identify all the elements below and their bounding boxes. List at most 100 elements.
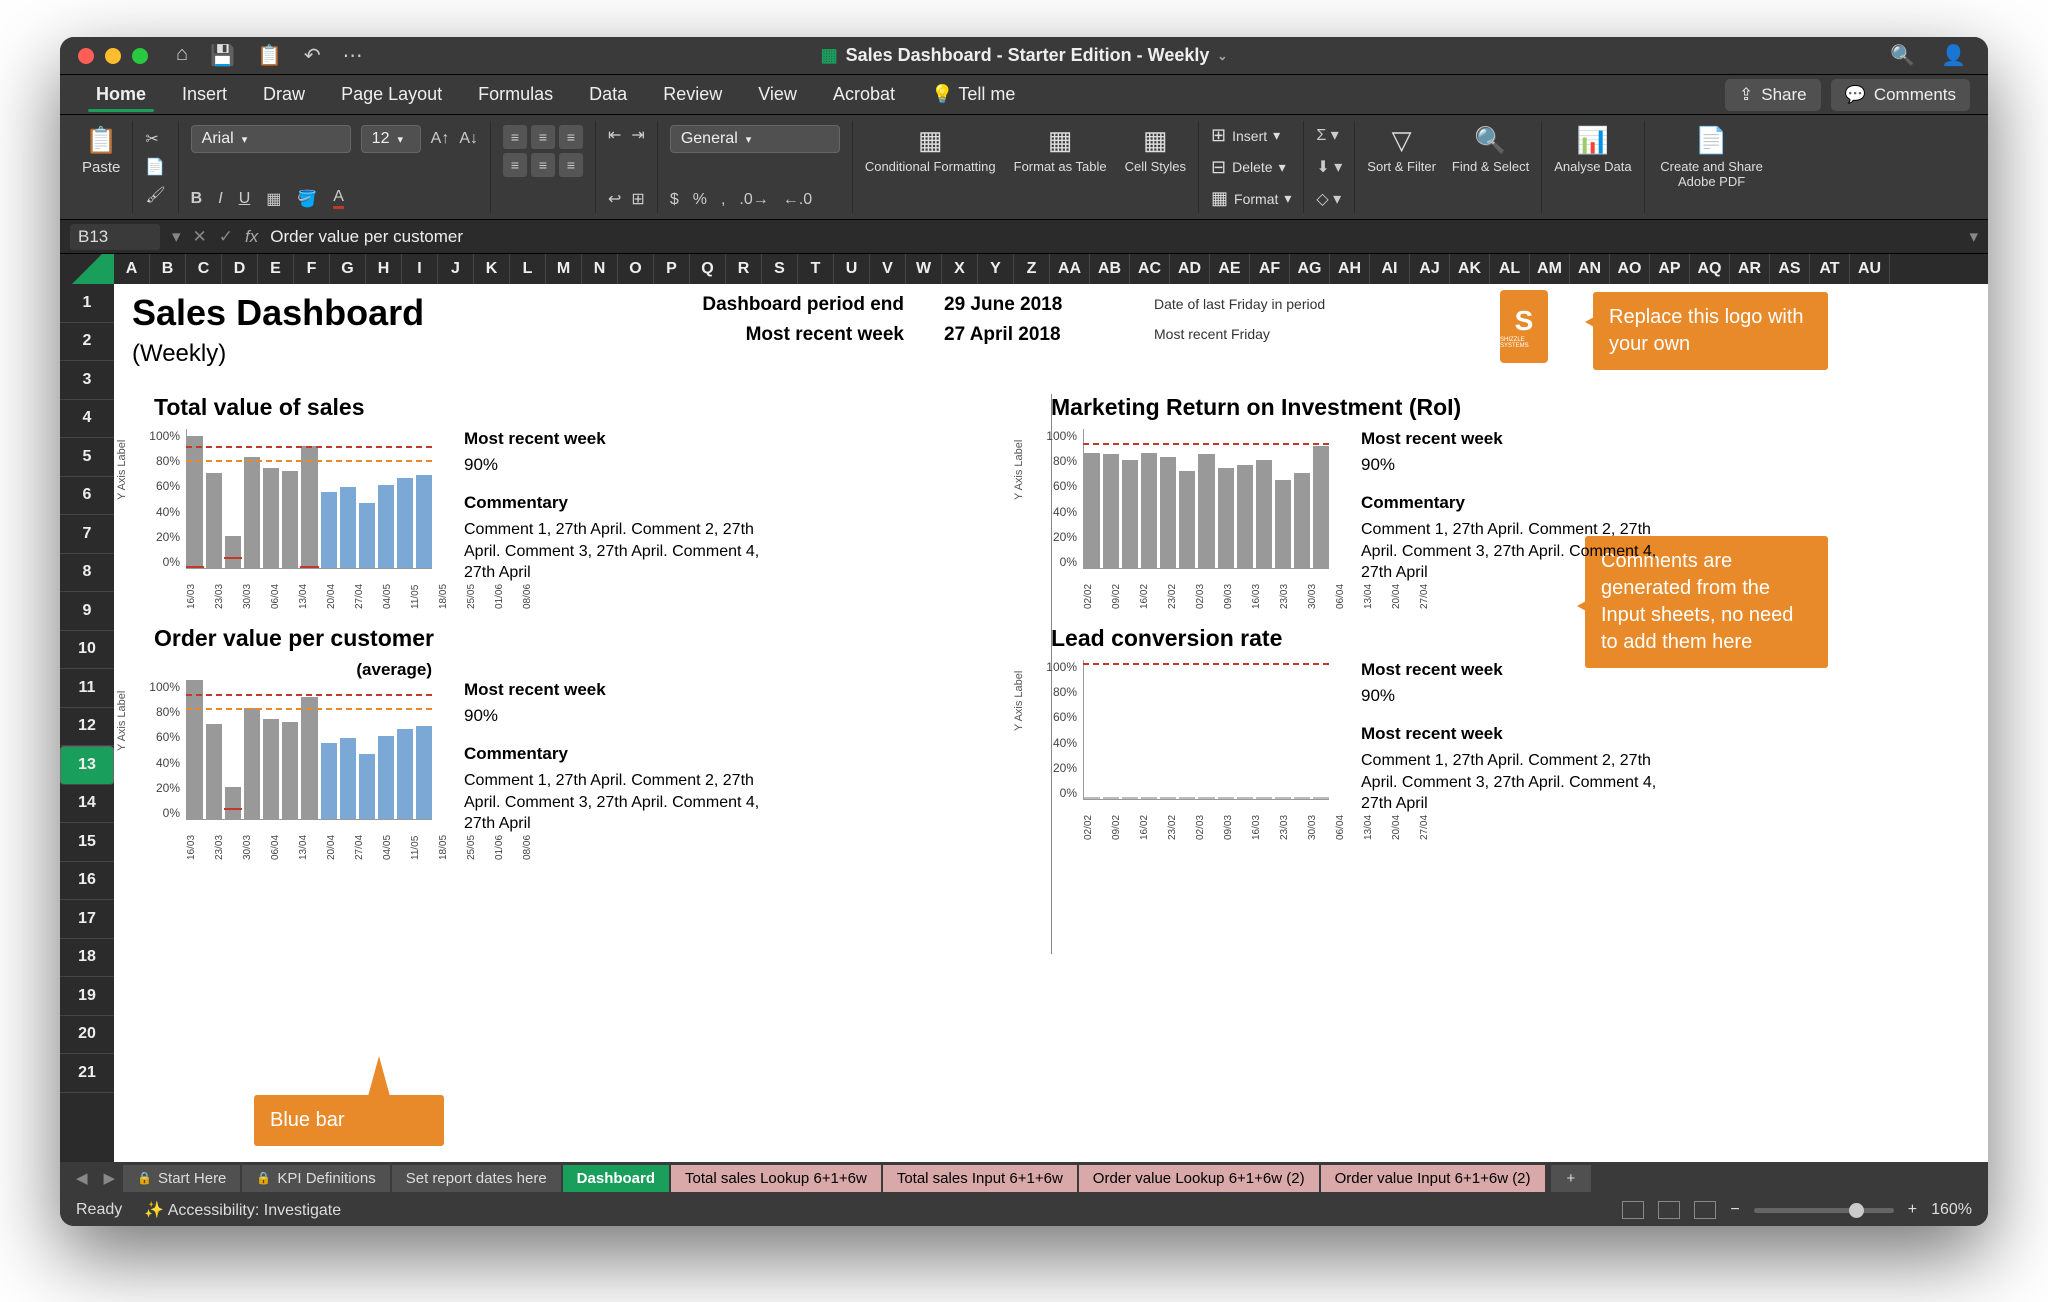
fill-color-button[interactable]: 🪣: [297, 189, 317, 209]
user-icon[interactable]: 👤: [1941, 43, 1966, 68]
tab-draw[interactable]: Draw: [245, 75, 323, 115]
cell-styles-button[interactable]: ▦Cell Styles: [1125, 125, 1186, 174]
caret-icon[interactable]: ▾: [172, 227, 181, 247]
fill-icon[interactable]: ⬇ ▾: [1316, 157, 1342, 177]
italic-button[interactable]: I: [218, 190, 222, 208]
column-header[interactable]: D: [222, 254, 258, 284]
indent-inc-icon[interactable]: ⇥: [631, 125, 644, 145]
zoom-out-button[interactable]: −: [1730, 1201, 1739, 1219]
column-header[interactable]: V: [870, 254, 906, 284]
paste-button[interactable]: 📋Paste: [82, 125, 120, 176]
column-header[interactable]: AH: [1330, 254, 1370, 284]
row-header[interactable]: 6: [60, 477, 114, 516]
column-header[interactable]: O: [618, 254, 654, 284]
undo-icon[interactable]: ↶: [304, 43, 321, 68]
column-header[interactable]: AD: [1170, 254, 1210, 284]
sheet-tab[interactable]: Start Here: [123, 1165, 240, 1192]
zoom-in-button[interactable]: +: [1908, 1201, 1917, 1219]
column-header[interactable]: M: [546, 254, 582, 284]
row-header[interactable]: 13: [60, 746, 114, 785]
chevron-down-icon[interactable]: ⌄: [1217, 49, 1227, 63]
column-header[interactable]: A: [114, 254, 150, 284]
column-header[interactable]: AJ: [1410, 254, 1450, 284]
row-header[interactable]: 21: [60, 1054, 114, 1093]
column-header[interactable]: AG: [1290, 254, 1330, 284]
column-header[interactable]: AU: [1850, 254, 1890, 284]
delete-cells-button[interactable]: ⊟Delete ▾: [1211, 157, 1291, 178]
row-header[interactable]: 20: [60, 1016, 114, 1055]
border-button[interactable]: ▦: [266, 189, 281, 209]
name-box[interactable]: B13: [70, 224, 160, 250]
select-all-corner[interactable]: [60, 254, 114, 284]
conditional-formatting-button[interactable]: ▦Conditional Formatting: [865, 125, 996, 174]
shrink-font-icon[interactable]: A↓: [459, 130, 478, 148]
autosum-icon[interactable]: Σ ▾: [1316, 125, 1342, 145]
row-header[interactable]: 12: [60, 708, 114, 747]
column-header[interactable]: U: [834, 254, 870, 284]
page-break-view-icon[interactable]: [1694, 1201, 1716, 1219]
row-header[interactable]: 10: [60, 631, 114, 670]
formula-input[interactable]: [270, 227, 1957, 247]
currency-icon[interactable]: $: [670, 191, 679, 209]
find-select-button[interactable]: 🔍Find & Select: [1452, 125, 1529, 174]
row-header[interactable]: 17: [60, 900, 114, 939]
column-header[interactable]: J: [438, 254, 474, 284]
column-header[interactable]: Q: [690, 254, 726, 284]
column-header[interactable]: AS: [1770, 254, 1810, 284]
font-name-select[interactable]: Arial▾: [191, 125, 351, 153]
alignment-group[interactable]: ≡≡≡≡≡≡: [503, 125, 583, 177]
tab-acrobat[interactable]: Acrobat: [815, 75, 913, 115]
column-header[interactable]: AF: [1250, 254, 1290, 284]
column-header[interactable]: H: [366, 254, 402, 284]
number-format-select[interactable]: General▾: [670, 125, 840, 153]
row-header[interactable]: 8: [60, 554, 114, 593]
column-header[interactable]: AA: [1050, 254, 1090, 284]
zoom-slider[interactable]: [1754, 1208, 1894, 1213]
save-icon[interactable]: 💾: [210, 43, 235, 68]
sheet-tab[interactable]: Dashboard: [563, 1165, 669, 1192]
row-header[interactable]: 15: [60, 823, 114, 862]
column-header[interactable]: AC: [1130, 254, 1170, 284]
close-window[interactable]: [78, 48, 94, 64]
format-cells-button[interactable]: ▦Format ▾: [1211, 188, 1291, 209]
column-header[interactable]: B: [150, 254, 186, 284]
column-header[interactable]: K: [474, 254, 510, 284]
column-header[interactable]: F: [294, 254, 330, 284]
tab-view[interactable]: View: [740, 75, 815, 115]
column-header[interactable]: C: [186, 254, 222, 284]
column-header[interactable]: G: [330, 254, 366, 284]
maximize-window[interactable]: [132, 48, 148, 64]
worksheet[interactable]: Sales Dashboard (Weekly) Dashboard perio…: [114, 284, 1988, 1162]
sheet-tab[interactable]: Set report dates here: [392, 1165, 561, 1192]
column-header[interactable]: P: [654, 254, 690, 284]
tab-data[interactable]: Data: [571, 75, 645, 115]
tab-home[interactable]: Home: [78, 75, 164, 115]
column-header[interactable]: AK: [1450, 254, 1490, 284]
dec-decimal-icon[interactable]: ←.0: [783, 191, 812, 209]
row-header[interactable]: 3: [60, 361, 114, 400]
sheet-tab[interactable]: Order value Lookup 6+1+6w (2): [1079, 1165, 1319, 1192]
tab-review[interactable]: Review: [645, 75, 740, 115]
sheet-tab[interactable]: Total sales Input 6+1+6w: [883, 1165, 1077, 1192]
clear-icon[interactable]: ◇ ▾: [1316, 189, 1342, 209]
tab-formulas[interactable]: Formulas: [460, 75, 571, 115]
column-header[interactable]: AP: [1650, 254, 1690, 284]
cut-icon[interactable]: ✂: [145, 129, 165, 149]
column-header[interactable]: AN: [1570, 254, 1610, 284]
format-as-table-button[interactable]: ▦Format as Table: [1014, 125, 1107, 174]
sheet-tab[interactable]: Order value Input 6+1+6w (2): [1321, 1165, 1545, 1192]
redo-icon[interactable]: ⋯: [343, 43, 363, 68]
sort-filter-button[interactable]: ▽Sort & Filter: [1367, 125, 1436, 174]
copy-icon[interactable]: 📄: [145, 157, 165, 177]
row-header[interactable]: 18: [60, 939, 114, 978]
adobe-pdf-button[interactable]: 📄Create and Share Adobe PDF: [1657, 125, 1767, 189]
percent-icon[interactable]: %: [693, 191, 707, 209]
row-header[interactable]: 1: [60, 284, 114, 323]
grow-font-icon[interactable]: A↑: [431, 130, 450, 148]
row-header[interactable]: 16: [60, 862, 114, 901]
column-header[interactable]: AE: [1210, 254, 1250, 284]
column-header[interactable]: E: [258, 254, 294, 284]
column-header[interactable]: AL: [1490, 254, 1530, 284]
column-header[interactable]: N: [582, 254, 618, 284]
column-header[interactable]: W: [906, 254, 942, 284]
